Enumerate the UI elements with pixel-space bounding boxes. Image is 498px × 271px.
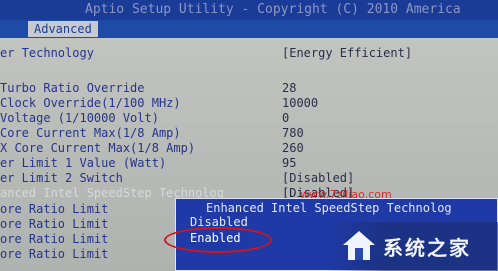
setting-label: Clock Override(1/100 MHz)	[0, 96, 181, 110]
setting-value[interactable]: 0	[282, 111, 289, 126]
setting-label: X Core Current Max(1/8 Amp)	[0, 141, 196, 155]
setting-value[interactable]: 28	[282, 81, 296, 96]
tab-advanced[interactable]: Advanced	[28, 21, 98, 37]
setting-row[interactable]: Turbo Ratio Override 28	[0, 81, 498, 96]
setting-row[interactable]: Clock Override(1/100 MHz) 10000	[0, 96, 498, 111]
setting-label: Voltage (1/10000 Volt)	[0, 111, 159, 125]
setting-value[interactable]: 95	[282, 156, 296, 171]
setting-row[interactable]: er Limit 1 Value (Watt) 95	[0, 156, 498, 171]
setting-label: ore Ratio Limit	[0, 247, 109, 261]
setting-row[interactable]: er Limit 2 Switch [Disabled]	[0, 171, 498, 186]
setting-label: Core Current Max(1/8 Amp)	[0, 126, 181, 140]
setting-label: er Limit 1 Value (Watt)	[0, 156, 167, 170]
setting-row[interactable]: Voltage (1/10000 Volt) 0	[0, 111, 498, 126]
setting-row[interactable]: er Technology [Energy Efficient]	[0, 46, 498, 61]
house-icon	[343, 231, 375, 260]
setting-row[interactable]: Core Current Max(1/8 Amp) 780	[0, 126, 498, 141]
setting-label: er Limit 2 Switch	[0, 171, 123, 185]
site-logo: 系统之家	[325, 222, 498, 271]
title-bar: Aptio Setup Utility - Copyright (C) 2010…	[0, 0, 498, 20]
setting-label: Turbo Ratio Override	[0, 81, 145, 95]
watermark-text: www.7ziliao.com	[300, 188, 392, 201]
setting-label: ore Ratio Limit	[0, 217, 109, 231]
title-text: Aptio Setup Utility - Copyright (C) 2010…	[85, 2, 461, 17]
setting-label: ore Ratio Limit	[0, 202, 109, 216]
logo-text: 系统之家	[383, 236, 471, 260]
setting-row[interactable]: X Core Current Max(1/8 Amp) 260	[0, 141, 498, 156]
setting-value[interactable]: [Energy Efficient]	[282, 46, 412, 61]
popup-title: Enhanced Intel SpeedStep Technolog	[206, 201, 452, 215]
setting-value[interactable]: 10000	[282, 96, 318, 111]
setting-label: er Technology	[0, 46, 94, 60]
setting-value[interactable]: 780	[282, 126, 304, 141]
setting-label: ore Ratio Limit	[0, 232, 109, 246]
highlight-circle	[164, 227, 272, 253]
tab-bar: Advanced	[0, 20, 498, 38]
setting-value[interactable]: [Disabled]	[282, 171, 354, 186]
setting-value[interactable]: 260	[282, 141, 304, 156]
